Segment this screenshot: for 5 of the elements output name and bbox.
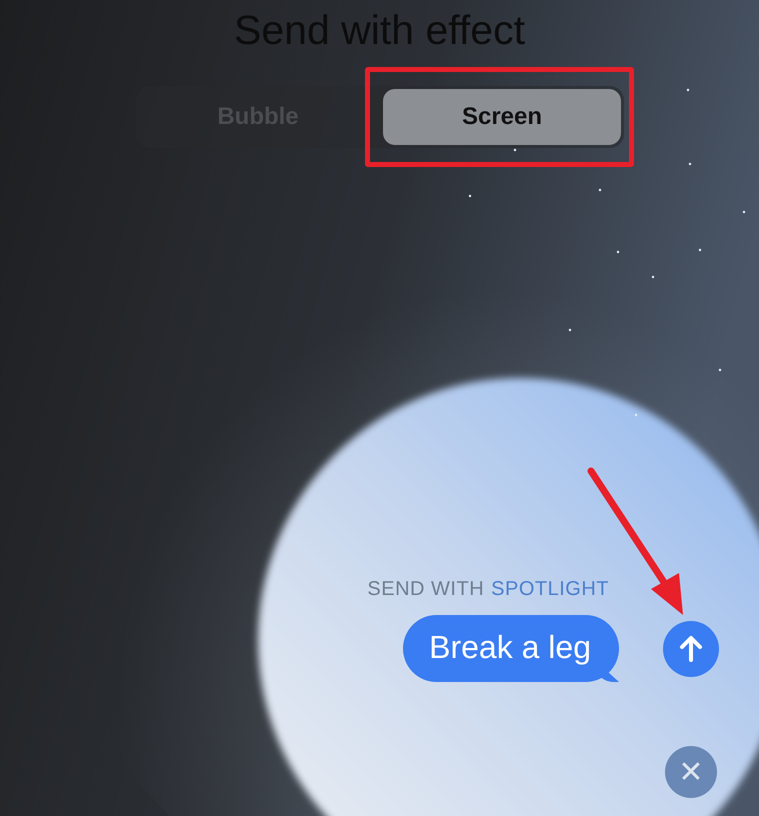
effect-name: SPOTLIGHT — [491, 578, 609, 601]
effect-tab[interactable]: Screen — [383, 89, 621, 145]
arrow-up-icon — [678, 634, 704, 662]
effect-caption: SEND WITH — [367, 578, 484, 601]
message-bubble: Break a leg — [403, 615, 619, 682]
